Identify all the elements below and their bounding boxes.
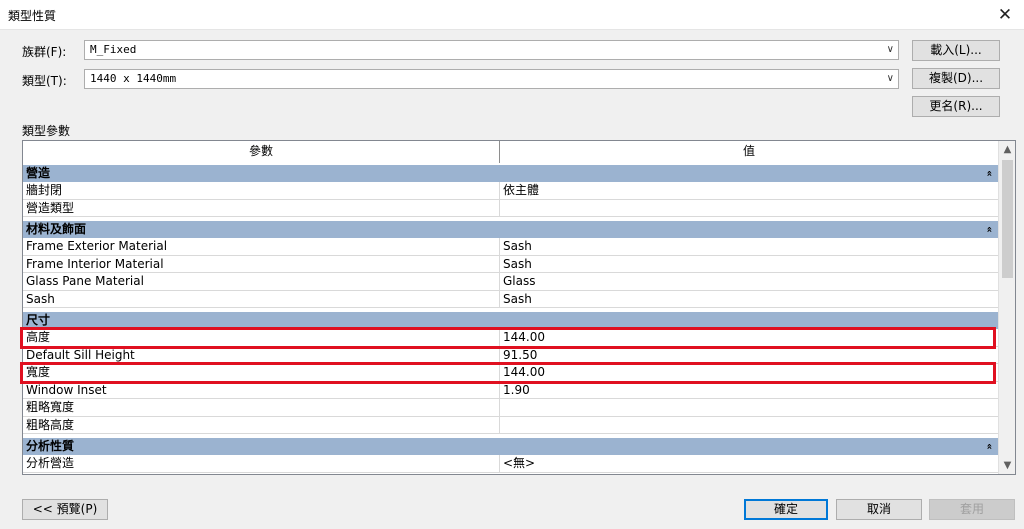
group-label: 分析性質 [26,439,75,453]
param-value[interactable]: <無> [503,455,998,472]
param-name: 粗略高度 [23,416,500,434]
chevron-down-icon: ∨ [886,44,894,55]
table-row[interactable]: Window Inset 1.90 [23,381,998,399]
param-value[interactable] [503,399,998,416]
section-label: 類型參數 [22,124,71,138]
window-title: 類型性質 [8,9,57,23]
ok-button[interactable]: 確定 [744,499,828,520]
param-name: Default Sill Height [23,346,500,364]
family-label: 族群(F): [22,45,67,59]
highlight-width-row [20,362,996,384]
param-value[interactable]: 依主體 [503,182,998,199]
scroll-up-icon[interactable]: ▲ [999,141,1015,158]
param-value[interactable] [503,417,998,434]
group-label: 尺寸 [26,313,51,327]
column-header-value[interactable]: 值 [500,141,998,163]
param-name: Glass Pane Material [23,273,500,290]
table-row[interactable]: 分析營造 <無> [23,455,998,473]
group-materials[interactable]: 材料及飾面 « [23,221,998,238]
close-icon[interactable]: ✕ [994,4,1016,26]
highlight-height-row [20,327,996,349]
group-analytical[interactable]: 分析性質 « [23,438,998,455]
param-value[interactable] [503,200,998,217]
param-name: Sash [23,290,500,308]
load-button[interactable]: 載入(L)... [912,40,1000,61]
duplicate-button[interactable]: 複製(D)... [912,68,1000,89]
param-value[interactable]: Sash [503,238,998,255]
type-value: 1440 x 1440mm [90,72,177,85]
group-construction[interactable]: 營造 « [23,165,998,182]
table-row[interactable]: 牆封閉 依主體 [23,182,998,200]
table-row[interactable]: Frame Interior Material Sash [23,255,998,273]
collapse-icon[interactable]: « [980,170,997,176]
table-row[interactable]: 營造類型 [23,199,998,217]
param-name: 分析營造 [23,455,500,472]
apply-button: 套用 [929,499,1015,520]
table-row[interactable]: 粗略高度 [23,416,998,434]
column-header-param[interactable]: 參數 [23,141,500,163]
type-label: 類型(T): [22,74,67,88]
table-row[interactable]: Sash Sash [23,290,998,308]
group-label: 材料及飾面 [26,222,87,236]
cancel-button[interactable]: 取消 [836,499,922,520]
table-row[interactable]: 粗略寬度 [23,399,998,417]
preview-button[interactable]: << 預覽(P) [22,499,108,520]
param-value[interactable]: 91.50 [503,347,998,364]
type-dropdown[interactable]: 1440 x 1440mm ∨ [84,69,899,89]
family-value: M_Fixed [90,43,137,56]
param-name: 營造類型 [23,199,500,217]
collapse-icon[interactable]: « [980,443,997,449]
title-bar: 類型性質 ✕ [0,0,1024,30]
vertical-scrollbar[interactable]: ▲ ▼ [998,141,1015,474]
param-value[interactable]: 1.90 [503,382,998,399]
param-name: Frame Exterior Material [23,238,500,255]
param-value[interactable]: Sash [503,291,998,308]
param-value[interactable]: Sash [503,256,998,273]
table-row[interactable]: Frame Exterior Material Sash [23,238,998,256]
param-name: Window Inset [23,381,500,399]
scrollbar-thumb[interactable] [1002,160,1013,278]
type-parameters-table: 參數 值 營造 « 牆封閉 依主體 營造類型 材料及飾面 « Frame Ext… [22,140,1016,475]
table-header: 參數 值 [23,141,998,163]
table-row[interactable]: Glass Pane Material Glass [23,273,998,291]
param-value[interactable]: Glass [503,273,998,290]
rename-button[interactable]: 更名(R)... [912,96,1000,117]
param-name: 粗略寬度 [23,399,500,416]
group-label: 營造 [26,166,51,180]
chevron-down-icon: ∨ [886,73,894,84]
scroll-down-icon[interactable]: ▼ [999,457,1015,474]
param-name: Frame Interior Material [23,255,500,273]
collapse-icon[interactable]: « [980,226,997,232]
param-name: 牆封閉 [23,182,500,199]
family-dropdown[interactable]: M_Fixed ∨ [84,40,899,60]
